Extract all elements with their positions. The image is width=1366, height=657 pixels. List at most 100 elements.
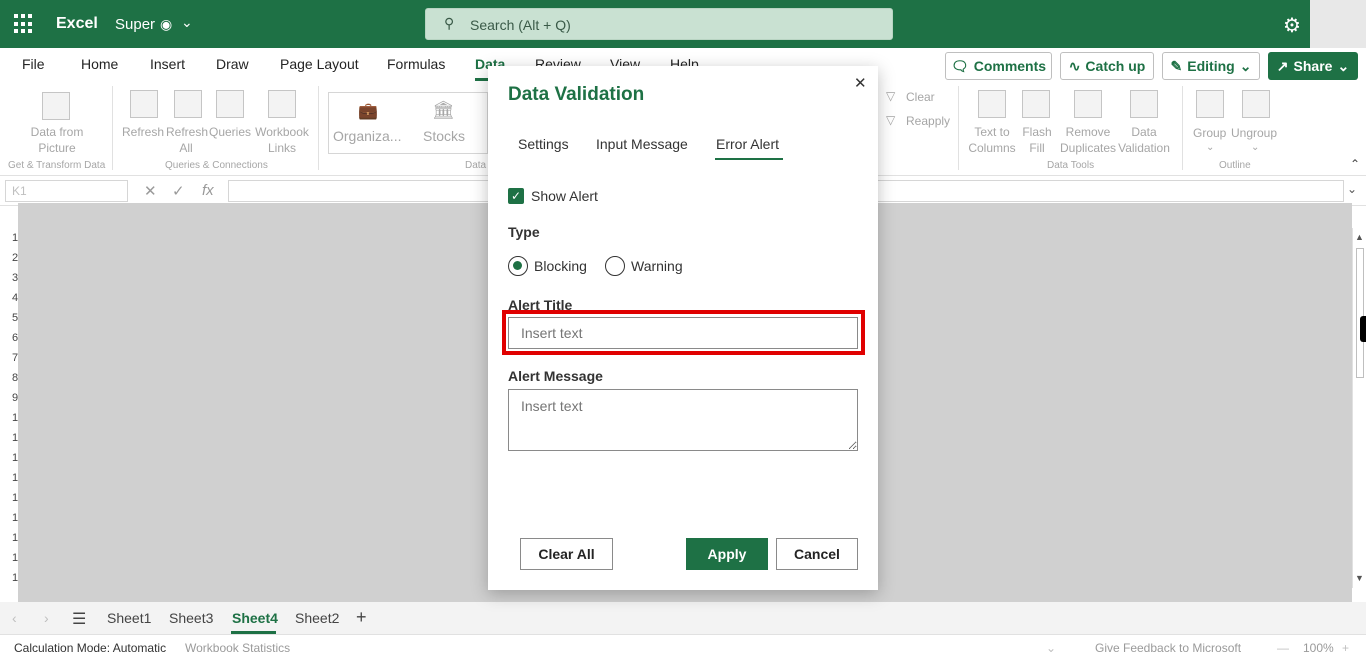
workbook-links-line1: Workbook	[255, 125, 309, 139]
reapply-button[interactable]: Reapply	[906, 113, 950, 129]
tab-page-layout[interactable]: Page Layout	[280, 56, 359, 72]
search-placeholder: Search (Alt + Q)	[470, 17, 571, 33]
workbook-links-button[interactable]: Workbook Links	[254, 124, 310, 156]
vertical-scrollbar[interactable]: ▲ ▼	[1352, 228, 1366, 588]
stocks-data-type-button[interactable]: Stocks	[423, 128, 465, 144]
zoom-in-icon[interactable]: +	[1342, 641, 1349, 655]
chevron-left-icon[interactable]: ‹	[12, 610, 17, 626]
tab-error-alert[interactable]: Error Alert	[716, 136, 779, 152]
tab-input-message[interactable]: Input Message	[596, 136, 688, 152]
sheet-tab[interactable]: Sheet4	[232, 610, 278, 626]
scroll-thumb[interactable]	[1356, 248, 1364, 378]
tab-formulas[interactable]: Formulas	[387, 56, 445, 72]
reapply-filter-icon: ▽	[886, 113, 896, 127]
group-button[interactable]: Group	[1193, 125, 1226, 141]
tab-insert[interactable]: Insert	[150, 56, 185, 72]
close-icon[interactable]: ✕	[854, 74, 867, 92]
sheet-tab[interactable]: Sheet2	[295, 610, 339, 626]
data-validation-line1: Data	[1131, 125, 1157, 139]
clear-button[interactable]: Clear	[906, 89, 935, 105]
zoom-level[interactable]: 100%	[1303, 641, 1334, 655]
name-box[interactable]: K1	[5, 180, 128, 202]
all-sheets-icon[interactable]: ☰	[72, 609, 86, 629]
comments-label: Comments	[973, 58, 1047, 74]
type-label: Type	[508, 224, 540, 240]
show-alert-checkbox[interactable]: ✓	[508, 188, 524, 204]
editing-mode-button[interactable]: ✎ Editing ⌄	[1162, 52, 1260, 80]
clear-all-button[interactable]: Clear All	[520, 538, 613, 570]
chevron-right-icon[interactable]: ›	[44, 610, 49, 626]
refresh-all-button[interactable]: Refresh All	[166, 124, 208, 156]
zoom-out-icon[interactable]: —	[1277, 641, 1289, 655]
chevron-down-icon: ⌄	[1251, 142, 1260, 153]
app-launcher-icon[interactable]	[14, 14, 34, 34]
row-headers: 1 2 3 4 5 6 7 8 9 1 1 1 1 1 1 1 1 1	[0, 228, 18, 602]
enter-icon[interactable]: ✓	[172, 182, 185, 200]
editing-label: Editing	[1187, 58, 1235, 74]
tab-home[interactable]: Home	[81, 56, 118, 72]
ungroup-button[interactable]: Ungroup	[1231, 125, 1277, 141]
blocking-radio[interactable]	[508, 256, 528, 276]
refresh-button[interactable]: Refresh	[122, 124, 164, 140]
document-name[interactable]: Super	[115, 16, 155, 33]
apply-button[interactable]: Apply	[686, 538, 768, 570]
alert-message-input[interactable]	[508, 389, 858, 451]
feedback-link[interactable]: Give Feedback to Microsoft	[1095, 641, 1241, 655]
organization-data-type-button[interactable]: Organiza...	[333, 128, 401, 144]
data-from-picture-line2: Picture	[38, 141, 76, 155]
search-icon: ⚲	[444, 15, 455, 31]
remove-duplicates-button[interactable]: Remove Duplicates	[1058, 124, 1118, 156]
sheet-tab[interactable]: Sheet1	[107, 610, 151, 626]
group-label-data-types: Data	[465, 160, 487, 171]
function-icon[interactable]: fx	[202, 182, 214, 199]
tab-file[interactable]: File	[22, 56, 45, 72]
ribbon-separator	[318, 86, 319, 170]
scroll-down-icon[interactable]: ▼	[1355, 573, 1364, 583]
stocks-icon: 🏛	[432, 100, 455, 120]
text-to-columns-button[interactable]: Text to Columns	[967, 124, 1017, 156]
app-name[interactable]: Excel	[56, 15, 98, 33]
chevron-down-icon[interactable]: ⌄	[1046, 641, 1056, 655]
workbook-links-icon	[268, 90, 296, 118]
refresh-icon	[130, 90, 158, 118]
queries-icon	[216, 90, 244, 118]
share-button[interactable]: ↗ Share ⌄	[1268, 52, 1358, 80]
cancel-icon[interactable]: ✕	[144, 182, 157, 200]
group-label-get-transform: Get & Transform Data	[8, 160, 106, 171]
text-to-columns-icon	[978, 90, 1006, 118]
chevron-down-icon[interactable]: ⌄	[1347, 182, 1357, 196]
data-validation-icon	[1130, 90, 1158, 118]
sync-status-icon[interactable]: ◉	[160, 16, 172, 33]
workbook-statistics[interactable]: Workbook Statistics	[185, 641, 290, 655]
add-sheet-icon[interactable]: +	[356, 607, 367, 628]
share-icon: ↗	[1276, 57, 1289, 74]
share-label: Share	[1293, 58, 1333, 74]
flash-fill-button[interactable]: Flash Fill	[1020, 124, 1054, 156]
catch-up-button[interactable]: ∿ Catch up	[1060, 52, 1154, 80]
alert-title-input[interactable]	[508, 317, 858, 349]
alert-message-label: Alert Message	[508, 368, 603, 384]
gear-icon[interactable]: ⚙	[1283, 13, 1301, 38]
search-box[interactable]: ⚲ Search (Alt + Q)	[425, 8, 893, 40]
calculation-mode[interactable]: Calculation Mode: Automatic	[14, 641, 166, 655]
account-area[interactable]	[1310, 0, 1366, 48]
scroll-up-icon[interactable]: ▲	[1355, 232, 1364, 242]
tab-draw[interactable]: Draw	[216, 56, 249, 72]
data-validation-button[interactable]: Data Validation	[1116, 124, 1172, 156]
queries-button[interactable]: Queries	[209, 124, 251, 140]
sheet-tab-bar: ‹ › ☰ Sheet1 Sheet3 Sheet4 Sheet2 +	[0, 602, 1366, 634]
side-panel-handle[interactable]	[1360, 316, 1366, 342]
sheet-tab[interactable]: Sheet3	[169, 610, 213, 626]
cancel-button[interactable]: Cancel	[776, 538, 858, 570]
status-bar: Calculation Mode: Automatic Workbook Sta…	[0, 634, 1366, 657]
workbook-links-line2: Links	[267, 141, 296, 155]
dialog-title: Data Validation	[508, 84, 645, 105]
chevron-down-icon[interactable]: ⌄	[181, 14, 193, 31]
group-icon	[1196, 90, 1224, 118]
remove-duplicates-line1: Remove	[1065, 125, 1111, 139]
tab-settings[interactable]: Settings	[518, 136, 569, 152]
collapse-ribbon-icon[interactable]: ⌃	[1350, 156, 1360, 172]
data-from-picture-button[interactable]: Data from Picture	[22, 124, 92, 156]
warning-radio[interactable]	[605, 256, 625, 276]
comments-button[interactable]: 🗨 Comments	[945, 52, 1052, 80]
